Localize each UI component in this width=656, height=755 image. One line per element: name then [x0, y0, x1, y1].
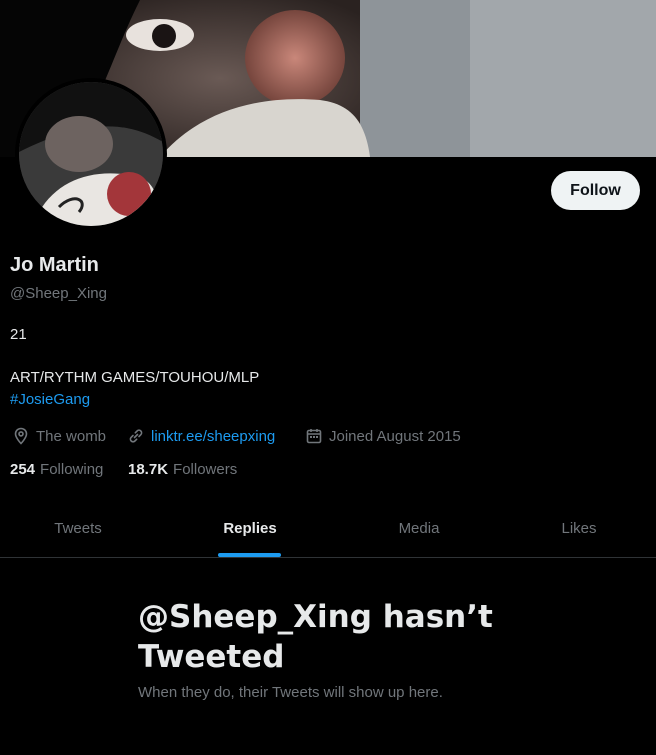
- following-count: 254: [10, 461, 36, 478]
- profile-tabs: Tweets Replies Media Likes: [0, 500, 656, 558]
- profile-name: Jo Martin: [10, 254, 99, 276]
- joined-text: Joined August 2015: [329, 427, 461, 445]
- calendar-icon: [305, 427, 323, 445]
- following-stat-link[interactable]: 254 Following: [10, 461, 103, 478]
- followers-label: Followers: [173, 461, 238, 478]
- website-link-text[interactable]: linktr.ee/sheepxing: [151, 428, 275, 445]
- avatar-image: [19, 82, 163, 226]
- profile-joined-date: Joined August 2015: [305, 426, 461, 446]
- bio-line-age: 21: [10, 326, 27, 343]
- followers-stat-link[interactable]: 18.7K Followers: [128, 461, 237, 478]
- profile-handle: @Sheep_Xing: [10, 285, 107, 302]
- tab-likes[interactable]: Likes: [502, 500, 656, 557]
- following-label: Following: [40, 461, 104, 478]
- location-text: The womb: [36, 427, 107, 445]
- tab-media[interactable]: Media: [336, 500, 502, 557]
- tab-replies[interactable]: Replies: [164, 500, 336, 557]
- empty-state-subtitle: When they do, their Tweets will show up …: [138, 684, 443, 701]
- bio-line-interests: ART/RYTHM GAMES/TOUHOU/MLP: [10, 369, 260, 386]
- followers-count: 18.7K: [128, 461, 169, 478]
- follow-button[interactable]: Follow: [551, 171, 640, 210]
- avatar[interactable]: [19, 82, 163, 226]
- tab-tweets[interactable]: Tweets: [0, 500, 156, 557]
- empty-state-title: @Sheep_Xing hasn’t Tweeted: [138, 599, 493, 675]
- map-pin-icon: [12, 427, 30, 445]
- bio-hashtag-link[interactable]: #JosieGang: [10, 391, 90, 408]
- link-icon: [127, 427, 145, 445]
- profile-location: The womb: [12, 426, 106, 446]
- active-tab-indicator: [218, 553, 281, 557]
- profile-website[interactable]: linktr.ee/sheepxing: [127, 426, 275, 446]
